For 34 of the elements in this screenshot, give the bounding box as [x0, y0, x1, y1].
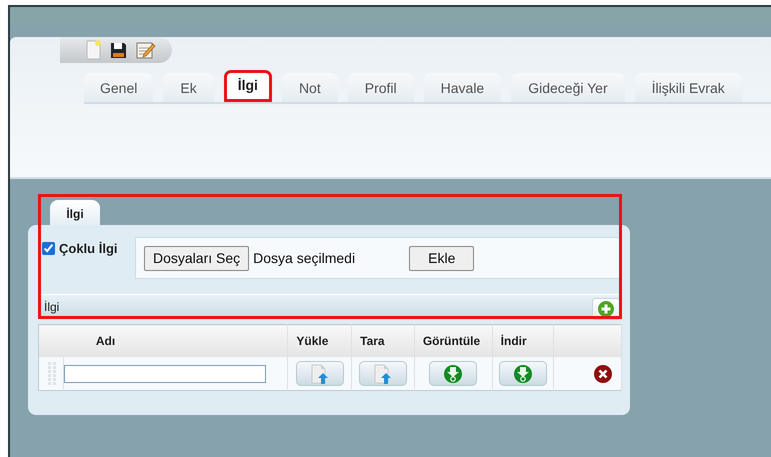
- upload-button[interactable]: [296, 361, 344, 386]
- tab[interactable]: Genel: [84, 73, 154, 102]
- tab[interactable]: Ek: [163, 73, 214, 102]
- name-input[interactable]: [64, 364, 266, 382]
- tab[interactable]: Not: [282, 73, 338, 102]
- download-icon: [514, 364, 532, 382]
- column-header: Görüntüle: [414, 324, 492, 357]
- tab[interactable]: İlgi: [224, 70, 272, 102]
- download-button[interactable]: [498, 361, 547, 386]
- add-button[interactable]: Ekle: [409, 246, 474, 270]
- file-status: Dosya seçilmedi: [253, 250, 356, 266]
- column-header: Adı: [64, 324, 288, 357]
- delete-icon[interactable]: [594, 364, 612, 382]
- upload-button[interactable]: [358, 361, 407, 386]
- edit-icon[interactable]: [136, 41, 156, 59]
- tab[interactable]: Gideceği Yer: [511, 73, 625, 102]
- file-upload-icon: [374, 364, 392, 384]
- save-icon[interactable]: [110, 42, 127, 58]
- download-icon: [444, 364, 462, 382]
- section-tab[interactable]: İlgi: [50, 200, 100, 225]
- column-header: İndir: [492, 324, 554, 357]
- column-header: Yükle: [288, 324, 352, 357]
- column-header: Tara: [352, 324, 414, 357]
- checkbox-label: Çoklu İlgi: [59, 241, 118, 256]
- grid-title: İlgi: [44, 300, 60, 314]
- file-upload-icon: [310, 364, 329, 384]
- tab[interactable]: İlişkili Evrak: [634, 73, 742, 102]
- drag-handle-icon[interactable]: [48, 362, 56, 386]
- checkbox[interactable]: [42, 242, 55, 255]
- tab[interactable]: Profil: [348, 73, 414, 102]
- download-button[interactable]: [429, 361, 478, 386]
- tab[interactable]: Havale: [424, 73, 502, 102]
- plus-icon: [598, 300, 614, 316]
- choose-files-button[interactable]: Dosyaları Seç: [144, 246, 250, 270]
